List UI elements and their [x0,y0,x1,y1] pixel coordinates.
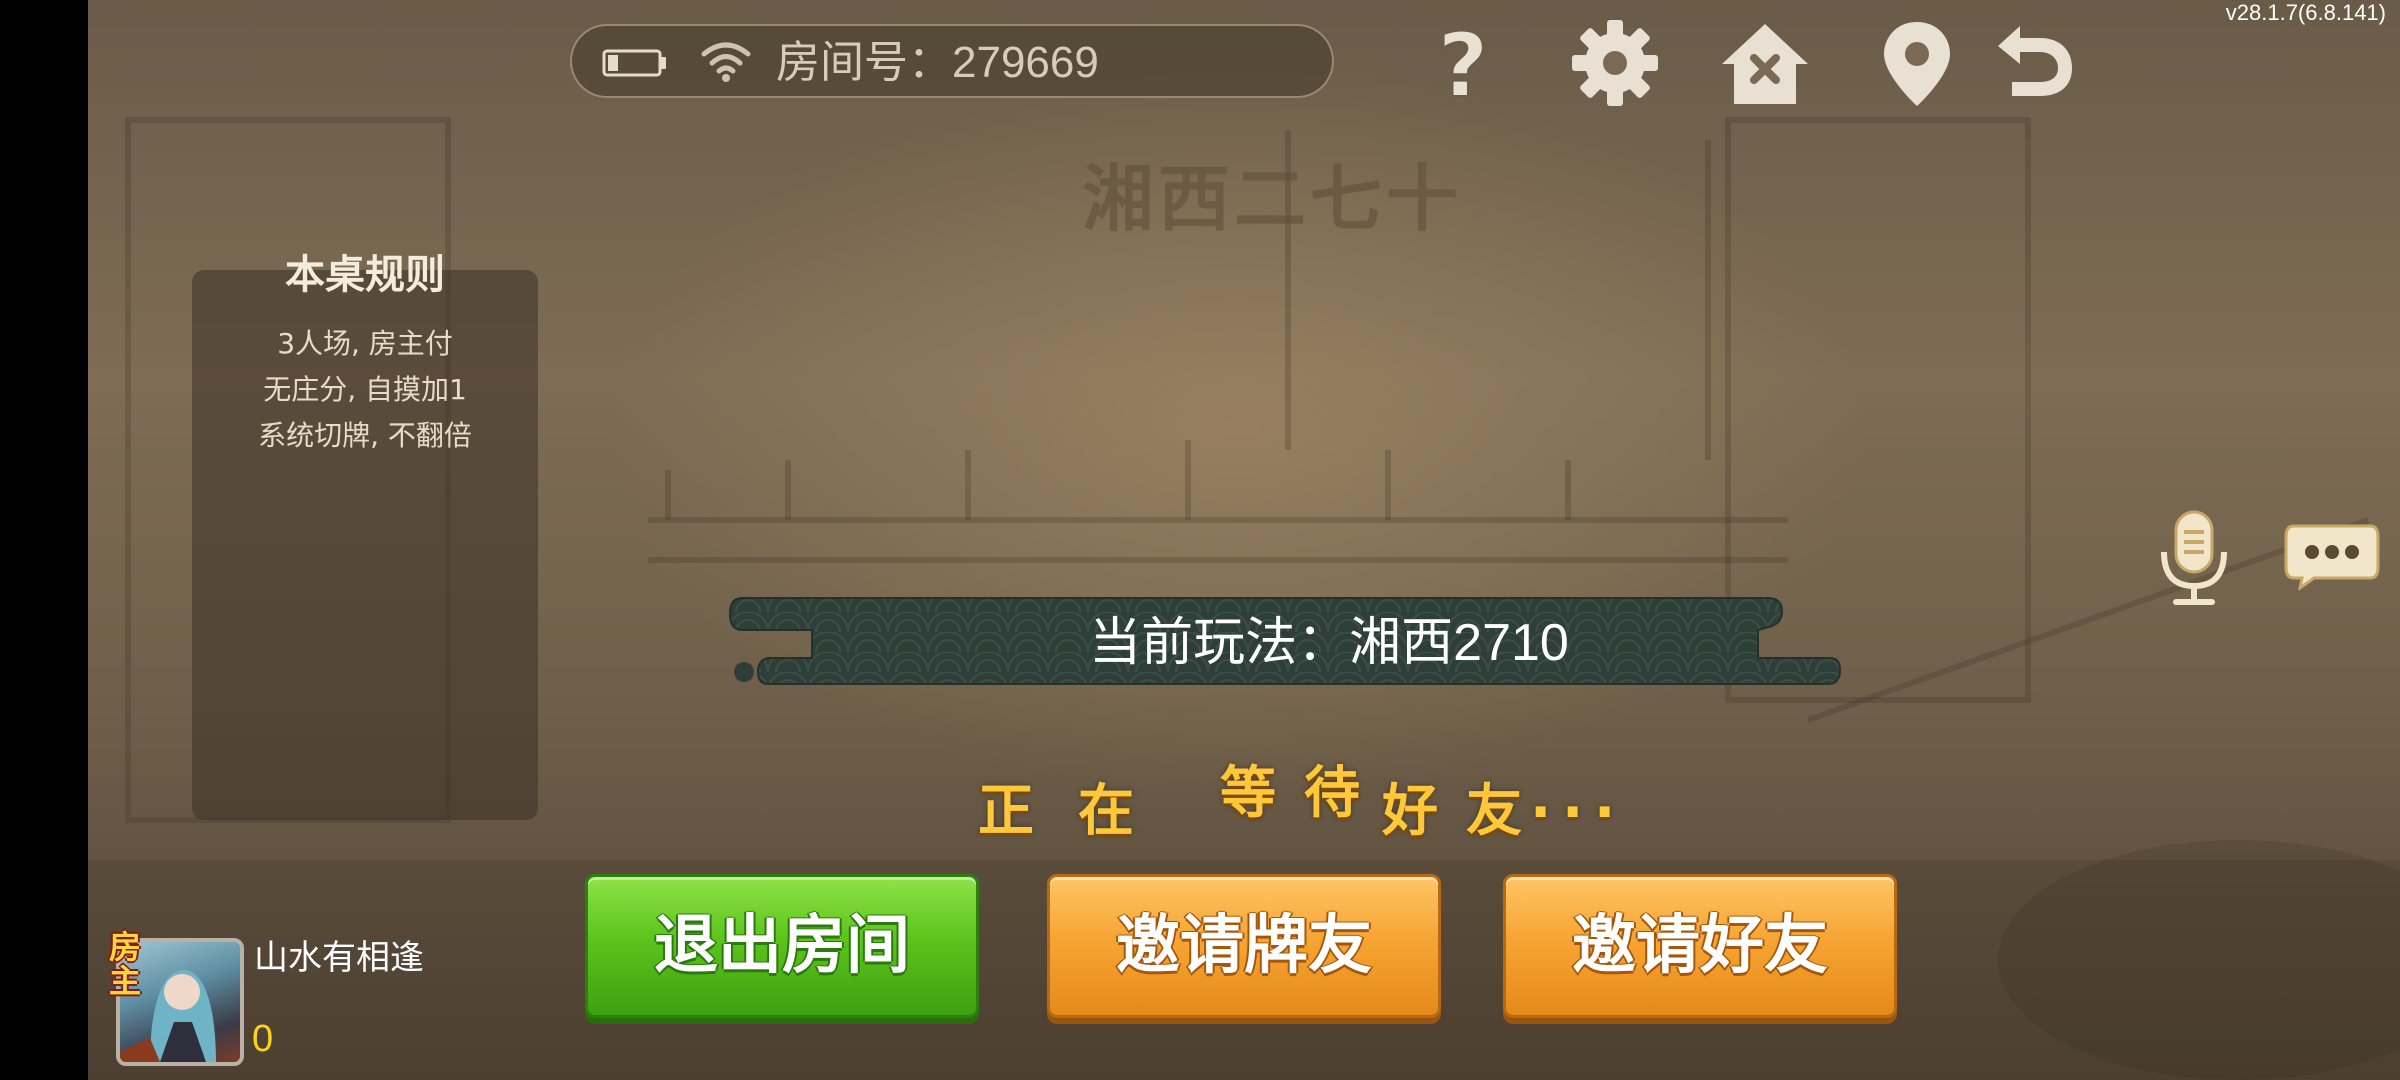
waiting-char: . [1594,766,1616,831]
room-number-label: 房间号：279669 [776,38,1099,87]
waiting-message: 正 在 等 待 好 友 . . . [978,756,1738,844]
status-bar: 房间号：279669 [570,24,1334,98]
rules-line: 无庄分, 自摸加1 [263,373,467,406]
game-title: 湘西二七十 [1081,157,1462,241]
help-icon[interactable]: ? [1418,18,1508,108]
invite-card-friend-label: 邀请牌友 [1116,909,1372,983]
current-mode-label: 当前玩法：湘西2710 [1089,614,1569,672]
settings-gear-icon[interactable] [1570,18,1660,108]
waiting-char: 友 [1466,779,1522,844]
game-room-screen: v28.1.7(6.8.141) 房间号：279669 ? 湘西二七十 本桌规则… [88,0,2400,1080]
waiting-char: 待 [1304,761,1360,826]
home-icon[interactable] [1720,18,1810,108]
waiting-char: 正 [978,779,1034,844]
chat-bubble-icon[interactable] [2284,524,2380,590]
waiting-char: . [1562,766,1584,831]
back-arrow-icon[interactable] [1988,18,2078,108]
svg-text:?: ? [1437,18,1488,108]
exit-room-label: 退出房间 [654,909,910,983]
rules-line: 系统切牌, 不翻倍 [258,419,472,452]
microphone-icon[interactable] [2154,508,2234,608]
location-pin-icon[interactable] [1872,18,1962,108]
battery-icon [602,49,666,77]
wifi-icon [701,42,751,82]
player-score: 0 [252,1018,274,1060]
waiting-char: 等 [1220,761,1276,826]
waiting-char: 在 [1078,779,1134,844]
invite-card-friend-button[interactable]: 邀请牌友 [1047,874,1441,1018]
invite-friend-button[interactable]: 邀请好友 [1503,874,1897,1018]
exit-room-button[interactable]: 退出房间 [585,874,979,1018]
invite-friend-label: 邀请好友 [1572,909,1828,983]
player-name: 山水有相逢 [254,938,424,978]
version-label: v28.1.7(6.8.141) [2225,0,2386,25]
rules-title: 本桌规则 [285,252,445,298]
rules-line: 3人场, 房主付 [277,327,453,360]
host-badge: 房主 [108,928,141,1000]
waiting-char: . [1530,766,1552,831]
waiting-char: 好 [1382,779,1438,844]
